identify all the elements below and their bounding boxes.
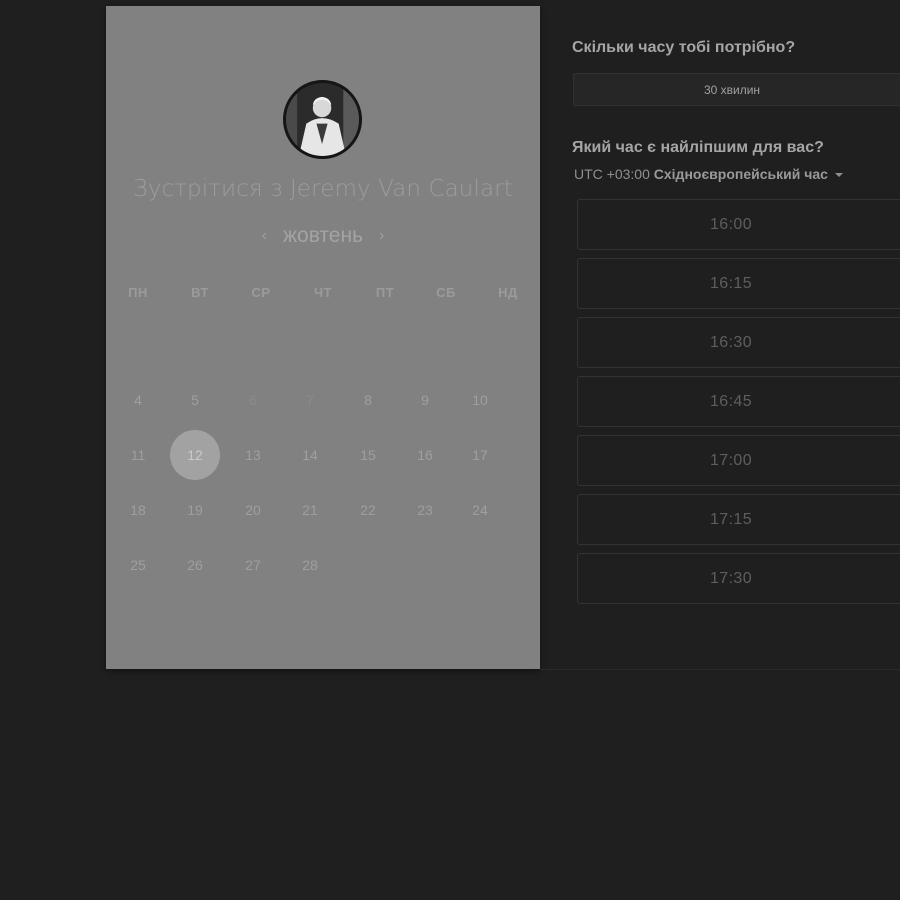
meeting-title: Зустрітися з Jeremy Van Caulart	[106, 176, 540, 202]
weekday-sat: СБ	[436, 285, 456, 300]
host-photo	[286, 83, 359, 156]
time-slot[interactable]: 16:15	[577, 258, 900, 309]
current-month: жовтень	[282, 224, 364, 247]
calendar-day[interactable]: 27	[228, 540, 278, 590]
weekday-wed: СР	[251, 285, 271, 300]
calendar-day[interactable]: 8	[343, 375, 393, 425]
calendar-day[interactable]: 16	[400, 430, 450, 480]
timezone-offset: UTC +03:00	[574, 166, 650, 182]
chevron-right-icon[interactable]: ›	[377, 227, 386, 245]
calendar-day-selected[interactable]: 12	[170, 430, 220, 480]
calendar-day[interactable]: 6	[228, 375, 278, 425]
calendar-day[interactable]: 26	[170, 540, 220, 590]
calendar-day[interactable]: 23	[400, 485, 450, 535]
calendar-day[interactable]: 10	[455, 375, 505, 425]
calendar-day[interactable]: 24	[455, 485, 505, 535]
calendar-day[interactable]: 11	[113, 430, 163, 480]
caret-down-icon	[834, 173, 843, 178]
time-question: Який час є найліпшим для вас?	[572, 139, 824, 156]
time-slot[interactable]: 17:00	[577, 435, 900, 486]
calendar-day[interactable]: 14	[285, 430, 335, 480]
calendar-day[interactable]: 9	[400, 375, 450, 425]
time-slot[interactable]: 16:00	[577, 199, 900, 250]
calendar-day[interactable]: 20	[228, 485, 278, 535]
calendar-day[interactable]: 28	[285, 540, 335, 590]
timezone-name: Східноєвропейський час	[653, 166, 828, 182]
calendar-day[interactable]: 17	[455, 430, 505, 480]
time-slot-list[interactable]: 16:00 16:15 16:30 16:45 17:00 17:15 17:3…	[577, 198, 900, 612]
calendar-day[interactable]: 15	[343, 430, 393, 480]
calendar-day[interactable]: 4	[113, 375, 163, 425]
time-slot[interactable]: 16:30	[577, 317, 900, 368]
duration-select[interactable]: 30 хвилин	[573, 73, 900, 106]
host-avatar	[283, 80, 362, 159]
month-navigation: ‹ жовтень ›	[106, 224, 540, 248]
host-calendar-card: Зустрітися з Jeremy Van Caulart ‹ жовтен…	[106, 6, 540, 669]
host-name: Jeremy Van Caulart	[290, 176, 513, 202]
timezone-selector[interactable]: UTC +03:00 Східноєвропейський час	[574, 166, 843, 182]
calendar-day[interactable]: 25	[113, 540, 163, 590]
calendar-day[interactable]: 21	[285, 485, 335, 535]
calendar-day[interactable]: 7	[285, 375, 335, 425]
panel-bottom-divider	[540, 669, 900, 670]
calendar-day[interactable]: 19	[170, 485, 220, 535]
time-slot[interactable]: 16:45	[577, 376, 900, 427]
weekday-tue: ВТ	[191, 285, 209, 300]
time-slot[interactable]: 17:15	[577, 494, 900, 545]
calendar-day[interactable]: 22	[343, 485, 393, 535]
weekday-thu: ЧТ	[313, 285, 333, 300]
weekday-fri: ПТ	[375, 285, 395, 300]
weekday-mon: ПН	[128, 285, 148, 300]
meeting-title-prefix: Зустрітися з	[133, 176, 283, 202]
calendar-day[interactable]: 13	[228, 430, 278, 480]
weekday-sun: НД	[498, 285, 518, 300]
calendar-day[interactable]: 18	[113, 485, 163, 535]
duration-question: Скільки часу тобі потрібно?	[572, 39, 796, 56]
time-slot[interactable]: 17:30	[577, 553, 900, 604]
calendar-day[interactable]: 5	[170, 375, 220, 425]
chevron-left-icon[interactable]: ‹	[260, 227, 269, 245]
